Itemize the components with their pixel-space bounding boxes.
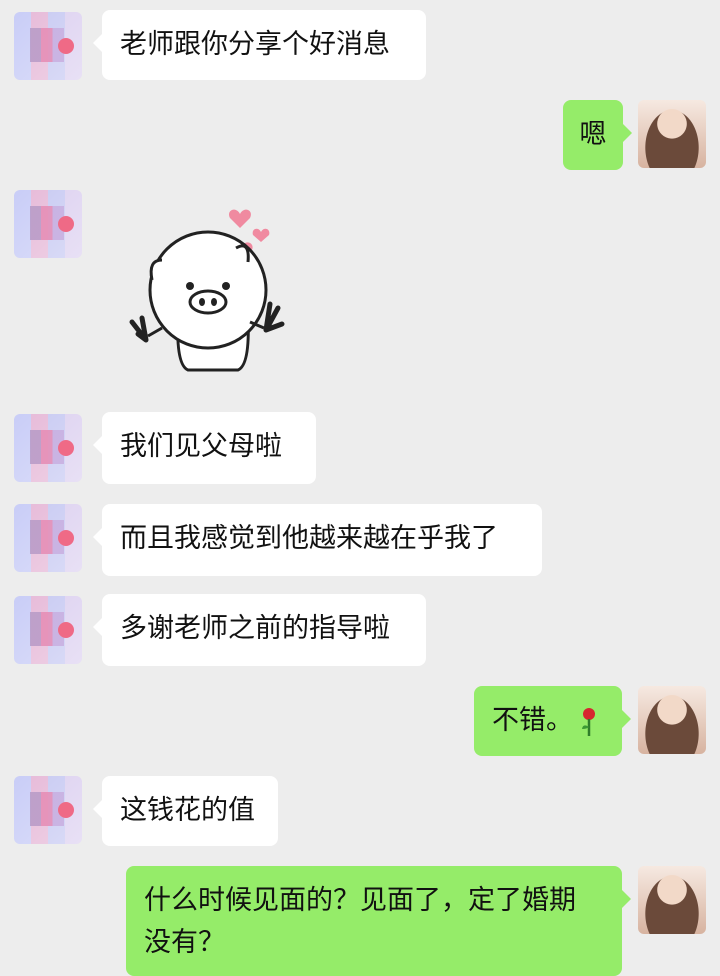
message-text: 嗯: [579, 119, 607, 150]
contact-avatar[interactable]: [14, 504, 82, 572]
message-text: 老师跟你分享个好消息: [120, 29, 390, 60]
pig-waving-hearts-sticker[interactable]: [118, 200, 288, 380]
contact-avatar[interactable]: [14, 190, 82, 258]
message-bubble-self[interactable]: 什么时候见面的？见面了，定了婚期 没有？: [126, 866, 631, 976]
message-bubble[interactable]: 我们见父母啦: [93, 412, 316, 484]
contact-avatar[interactable]: [14, 596, 82, 664]
self-avatar[interactable]: [638, 866, 706, 934]
self-avatar[interactable]: [638, 686, 706, 754]
message-bubble[interactable]: 这钱花的值: [93, 776, 278, 846]
message-text: 不错。: [492, 705, 573, 736]
message-bubble[interactable]: 老师跟你分享个好消息: [93, 10, 426, 80]
contact-avatar[interactable]: [14, 776, 82, 844]
message-bubble[interactable]: 而且我感觉到他越来越在乎我了: [93, 504, 542, 576]
message-text: 这钱花的值: [120, 795, 255, 826]
message-text: 而且我感觉到他越来越在乎我了: [120, 523, 498, 554]
message-text: 没有？: [144, 927, 225, 958]
rose-icon: [582, 707, 595, 736]
heart-icon: [229, 209, 251, 228]
self-avatar[interactable]: [638, 100, 706, 168]
message-text: 我们见父母啦: [120, 431, 282, 462]
message-text: 多谢老师之前的指导啦: [120, 613, 390, 644]
contact-avatar[interactable]: [14, 12, 82, 80]
message-bubble[interactable]: 多谢老师之前的指导啦: [93, 594, 426, 666]
message-bubble-self[interactable]: 不错。: [474, 686, 631, 756]
message-bubble-self[interactable]: 嗯: [563, 100, 632, 170]
message-text: 什么时候见面的？见面了，定了婚期: [144, 885, 576, 916]
contact-avatar[interactable]: [14, 414, 82, 482]
heart-icon: [252, 228, 270, 242]
